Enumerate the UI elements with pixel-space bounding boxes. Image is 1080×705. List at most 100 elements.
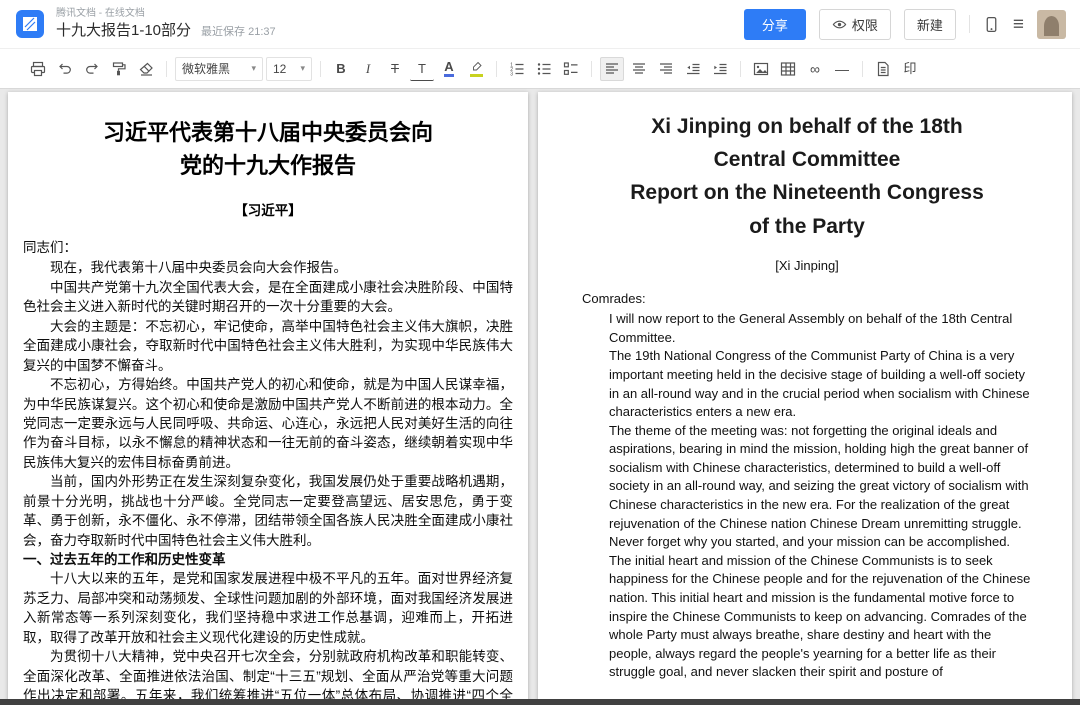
checklist-icon bbox=[563, 61, 578, 75]
outdent-button[interactable] bbox=[681, 57, 705, 81]
en-salutation[interactable]: Comrades: bbox=[582, 290, 1032, 309]
cn-byline[interactable]: 【习近平】 bbox=[23, 199, 513, 219]
page-setup-button[interactable] bbox=[871, 57, 895, 81]
toolbar-separator bbox=[320, 60, 321, 77]
format-painter-button[interactable] bbox=[107, 57, 131, 81]
header-divider bbox=[968, 15, 970, 33]
cn-salutation[interactable]: 同志们： bbox=[23, 238, 513, 257]
toolbar-separator bbox=[740, 60, 741, 77]
document-title[interactable]: 十九大报告1-10部分 bbox=[56, 22, 191, 40]
cn-body-text: 同志们： 现在，我代表第十八届中央委员会向大会作报告。 中国共产党第十九次全国代… bbox=[23, 238, 513, 704]
en-paragraph[interactable]: The theme of the meeting was: not forget… bbox=[609, 422, 1032, 533]
bullet-list-button[interactable] bbox=[532, 57, 556, 81]
en-title-line: Report on the Nineteenth Congress bbox=[630, 181, 984, 205]
toolbar-separator bbox=[862, 60, 863, 77]
align-left-button[interactable] bbox=[600, 56, 624, 81]
indent-button[interactable] bbox=[708, 57, 732, 81]
top-header: 腾讯文档 - 在线文档 十九大报告1-10部分 最近保存 21:37 分享 权限… bbox=[0, 0, 1080, 49]
insert-link-button[interactable]: ∞ bbox=[803, 57, 827, 81]
document-page-english[interactable]: Xi Jinping on behalf of the 18th Central… bbox=[538, 92, 1072, 704]
cn-paragraph[interactable]: 现在，我代表第十八届中央委员会向大会作报告。 bbox=[23, 258, 513, 277]
permission-button[interactable]: 权限 bbox=[818, 8, 891, 40]
cn-paragraph[interactable]: 当前，国内外形势正在发生深刻复杂变化，我国发展仍处于重要战略机遇期，前景十分光明… bbox=[23, 472, 513, 550]
outdent-icon bbox=[687, 63, 700, 74]
bullet-list-icon bbox=[537, 62, 551, 75]
bold-button[interactable]: B bbox=[329, 57, 353, 81]
toolbar-separator bbox=[496, 60, 497, 77]
new-button[interactable]: 新建 bbox=[903, 8, 956, 40]
tencent-docs-logo-icon bbox=[16, 10, 44, 38]
cn-title-line: 党的十九大作报告 bbox=[179, 153, 356, 178]
en-byline[interactable]: [Xi Jinping] bbox=[582, 258, 1032, 273]
italic-button[interactable]: I bbox=[356, 57, 380, 81]
strikethrough-button[interactable]: T bbox=[383, 57, 407, 81]
align-right-button[interactable] bbox=[654, 57, 678, 81]
en-paragraph[interactable]: The 19th National Congress of the Commun… bbox=[609, 347, 1032, 421]
cn-paragraph[interactable]: 为贯彻十八大精神，党中央召开七次全会，分别就政府机构改革和职能转变、全面深化改革… bbox=[23, 647, 513, 704]
mobile-app-icon[interactable] bbox=[983, 16, 1000, 33]
en-paragraph[interactable]: Never forget why you started, and your m… bbox=[609, 533, 1032, 682]
save-status: 最近保存 21:37 bbox=[201, 26, 276, 38]
toolbar-separator bbox=[591, 60, 592, 77]
menu-icon[interactable]: ≡ bbox=[1013, 15, 1024, 34]
underline-button[interactable]: T bbox=[410, 57, 434, 81]
ordered-list-button[interactable]: 1 2 3 bbox=[505, 57, 529, 81]
highlight-color-button[interactable] bbox=[464, 57, 488, 81]
checklist-button[interactable] bbox=[559, 57, 583, 81]
cn-doc-title[interactable]: 习近平代表第十八届中央委员会向 党的十九大作报告 bbox=[23, 116, 513, 182]
cn-title-line: 习近平代表第十八届中央委员会向 bbox=[102, 120, 433, 145]
en-paragraph[interactable]: I will now report to the General Assembl… bbox=[609, 310, 1032, 347]
cn-section-heading[interactable]: 一、过去五年的工作和历史性变革 bbox=[23, 550, 513, 569]
ordered-list-icon: 1 2 3 bbox=[510, 62, 524, 77]
en-body-text: Comrades: I will now report to the Gener… bbox=[582, 290, 1032, 682]
en-title-line: of the Party bbox=[749, 214, 865, 238]
indent-icon bbox=[714, 63, 727, 74]
cn-paragraph[interactable]: 不忘初心，方得始终。中国共产党人的初心和使命，就是为中国人民谋幸福，为中华民族谋… bbox=[23, 375, 513, 472]
printer-icon bbox=[30, 61, 46, 76]
horizontal-rule-button[interactable]: — bbox=[830, 57, 854, 81]
font-color-icon: A bbox=[444, 60, 454, 77]
redo-button[interactable] bbox=[80, 57, 104, 81]
font-size-dropdown[interactable]: 12 ▾ bbox=[266, 56, 312, 81]
align-center-button[interactable] bbox=[627, 57, 651, 81]
header-actions: 分享 权限 新建 ≡ bbox=[743, 8, 1066, 40]
document-info: 腾讯文档 - 在线文档 十九大报告1-10部分 最近保存 21:37 bbox=[56, 8, 276, 40]
print-button[interactable] bbox=[26, 57, 50, 81]
cn-paragraph[interactable]: 大会的主题是：不忘初心，牢记使命，高举中国特色社会主义伟大旗帜，决胜全面建成小康… bbox=[23, 317, 513, 375]
window-bottom-edge bbox=[0, 699, 1080, 705]
en-title-line: Central Committee bbox=[713, 148, 901, 172]
user-avatar[interactable] bbox=[1037, 9, 1066, 39]
print-preview-button[interactable]: 印 bbox=[898, 57, 922, 81]
format-painter-icon bbox=[112, 61, 126, 75]
undo-button[interactable] bbox=[53, 57, 77, 81]
eraser-icon bbox=[139, 62, 153, 76]
share-button[interactable]: 分享 bbox=[743, 8, 806, 40]
undo-icon bbox=[59, 63, 71, 74]
new-label: 新建 bbox=[916, 17, 943, 33]
font-size-value: 12 bbox=[273, 61, 287, 76]
cn-paragraph[interactable]: 十八大以来的五年，是党和国家发展进程中极不平凡的五年。面对世界经济复苏乏力、局部… bbox=[23, 569, 513, 647]
insert-table-button[interactable] bbox=[776, 57, 800, 81]
font-family-dropdown[interactable]: 微软雅黑 ▾ bbox=[175, 56, 263, 81]
cn-paragraph[interactable]: 中国共产党第十九次全国代表大会，是在全面建成小康社会决胜阶段、中国特色社会主义进… bbox=[23, 278, 513, 317]
insert-image-button[interactable] bbox=[749, 57, 773, 81]
editor-toolbar: 微软雅黑 ▾ 12 ▾ B I T T A 1 2 3 ∞ — 印 bbox=[0, 49, 1080, 89]
align-right-icon bbox=[660, 62, 672, 74]
svg-text:3: 3 bbox=[510, 71, 513, 77]
permission-label: 权限 bbox=[851, 17, 878, 33]
en-doc-title[interactable]: Xi Jinping on behalf of the 18th Central… bbox=[582, 110, 1032, 243]
redo-icon bbox=[86, 63, 98, 74]
document-page-chinese[interactable]: 习近平代表第十八届中央委员会向 党的十九大作报告 【习近平】 同志们： 现在，我… bbox=[8, 92, 528, 704]
font-color-button[interactable]: A bbox=[437, 57, 461, 81]
chevron-down-icon: ▾ bbox=[300, 63, 305, 73]
align-center-icon bbox=[633, 62, 645, 74]
document-area: 习近平代表第十八届中央委员会向 党的十九大作报告 【习近平】 同志们： 现在，我… bbox=[0, 89, 1080, 704]
clear-format-button[interactable] bbox=[134, 57, 158, 81]
align-left-icon bbox=[606, 62, 618, 74]
table-icon bbox=[780, 61, 796, 76]
toolbar-separator bbox=[166, 60, 167, 77]
tencent-docs-logo[interactable] bbox=[14, 8, 46, 40]
image-icon bbox=[753, 62, 769, 75]
breadcrumb[interactable]: 腾讯文档 - 在线文档 bbox=[56, 8, 276, 20]
highlight-pen-icon bbox=[469, 61, 483, 77]
